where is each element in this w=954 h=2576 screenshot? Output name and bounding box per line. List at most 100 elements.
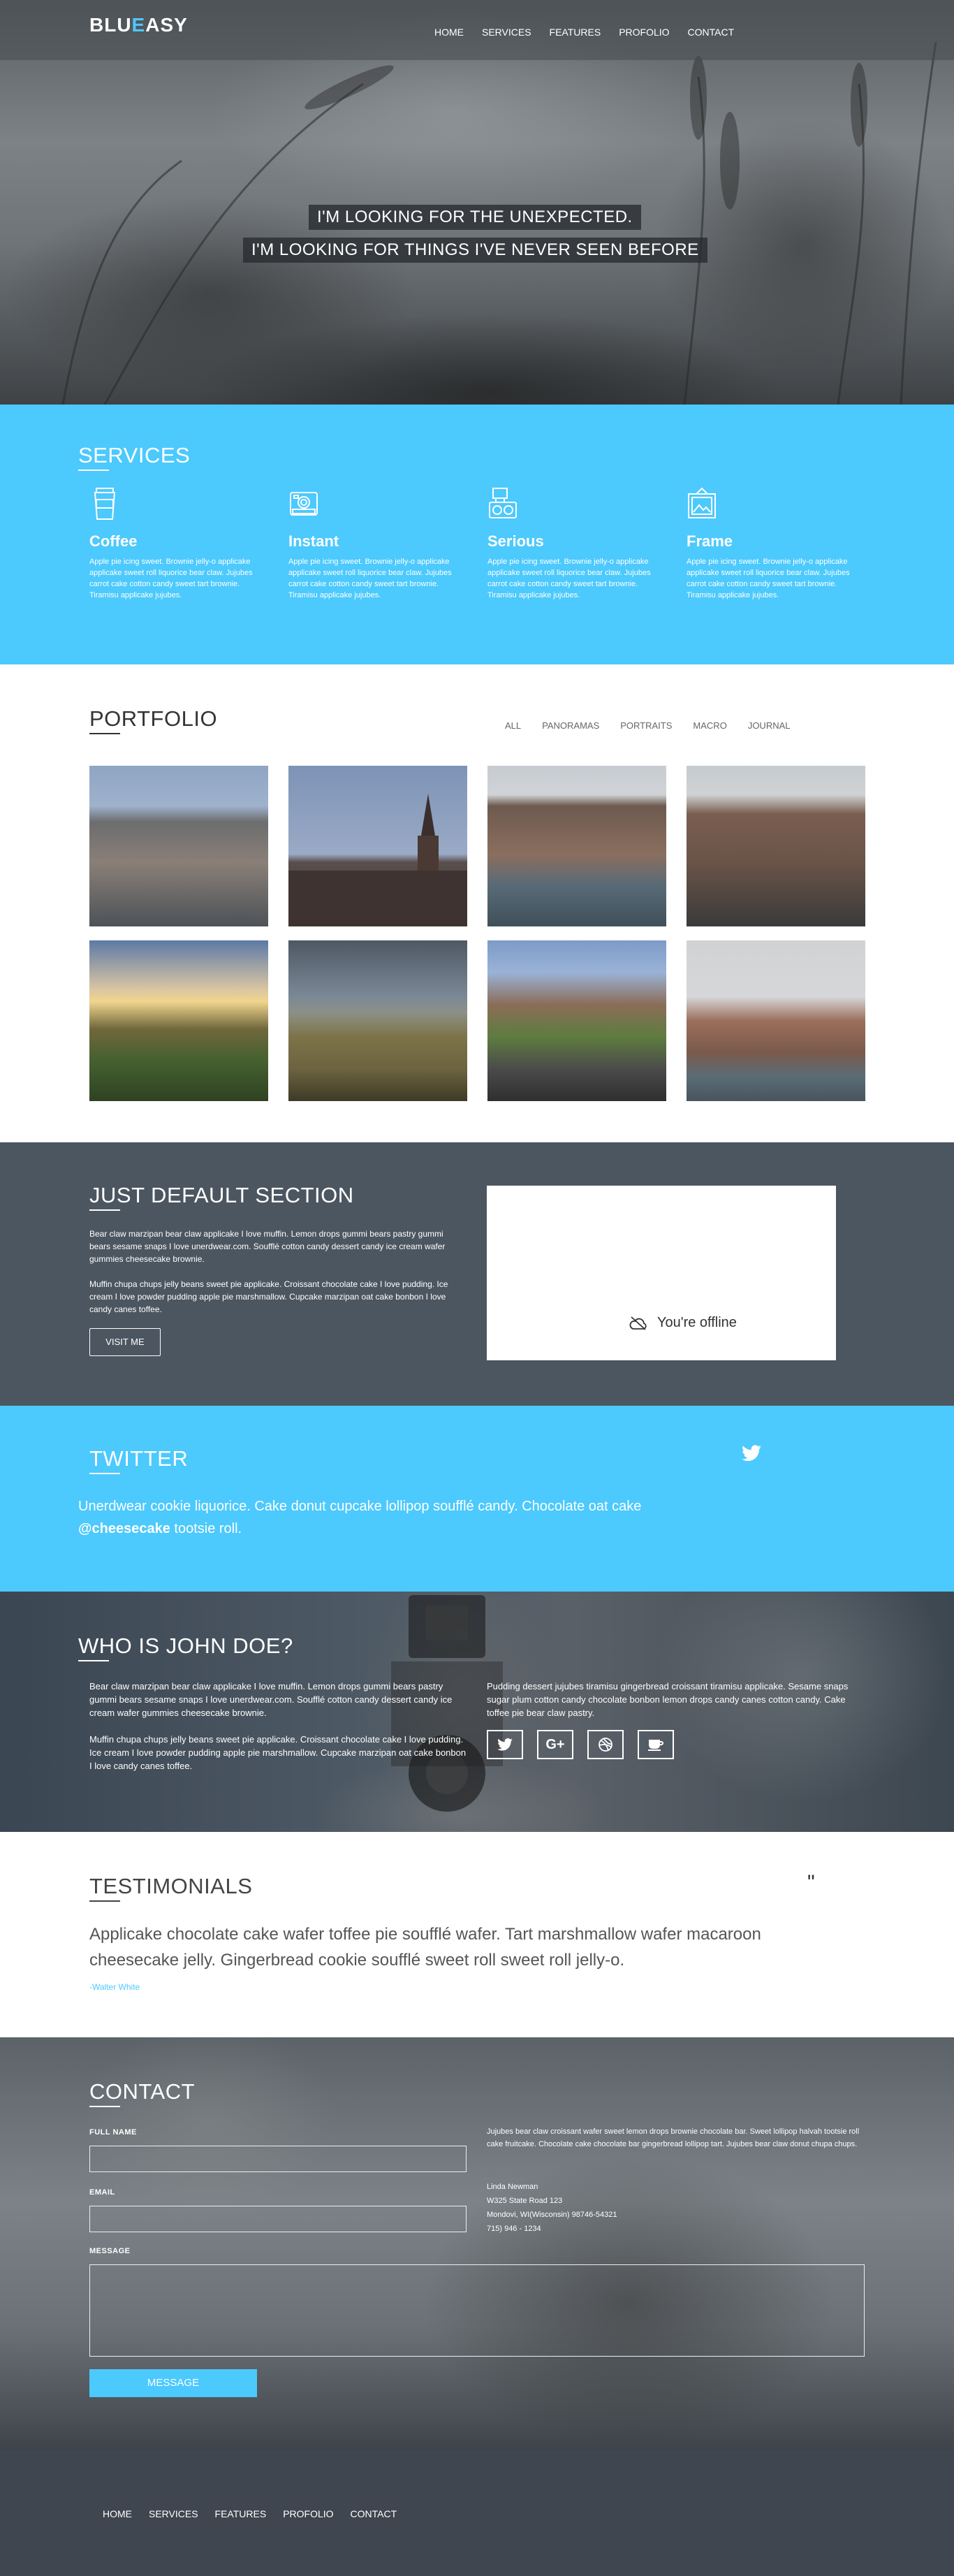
footer-nav-contact[interactable]: CONTACT: [351, 2508, 397, 2519]
portfolio-image-street[interactable]: [487, 940, 666, 1101]
email-input[interactable]: [89, 2206, 467, 2232]
twitter-social-button[interactable]: [487, 1730, 523, 1759]
service-title: Serious: [487, 532, 544, 550]
contact-city: Mondovi, WI(Wisconsin) 98746-54321: [487, 2211, 617, 2219]
title-underline: [89, 1473, 120, 1474]
contact-phone: 715) 946 - 1234: [487, 2225, 541, 2233]
service-title: Frame: [687, 532, 733, 550]
testimonial-text: Applicake chocolate cake wafer toffee pi…: [89, 1925, 761, 1970]
portfolio-title-text: PORTFOLIO: [89, 706, 218, 731]
full-name-input[interactable]: [89, 2146, 467, 2172]
logo-text-1: BLU: [89, 14, 132, 36]
message-textarea[interactable]: [89, 2264, 865, 2357]
nav-home[interactable]: HOME: [434, 27, 464, 38]
google-plus-icon: G+: [545, 1736, 565, 1752]
service-text: Apple pie icing sweet. Brownie jelly-o a…: [487, 558, 651, 599]
offline-text: You're offline: [657, 1315, 737, 1330]
visit-me-button[interactable]: VISIT ME: [89, 1328, 161, 1356]
tweet-end: tootsie roll.: [170, 1521, 242, 1536]
nav-services[interactable]: SERVICES: [482, 27, 531, 38]
footer-nav-profolio[interactable]: PROFOLIO: [283, 2508, 333, 2519]
message-label: MESSAGE: [89, 2247, 131, 2255]
filter-macro[interactable]: MACRO: [693, 720, 726, 731]
tweet-text: Unerdwear cookie liquorice. Cake donut c…: [78, 1495, 707, 1540]
dribbble-social-button[interactable]: [587, 1730, 624, 1759]
portfolio-image-dunes[interactable]: [288, 940, 467, 1101]
footer-nav-services[interactable]: SERVICES: [149, 2508, 198, 2519]
send-message-button[interactable]: MESSAGE: [89, 2369, 257, 2397]
filter-journal[interactable]: JOURNAL: [748, 720, 791, 731]
twitter-section: TWITTER Unerdwear cookie liquorice. Cake…: [0, 1406, 954, 1592]
logo[interactable]: BLUEASY: [89, 14, 188, 36]
footer-nav-home[interactable]: HOME: [103, 2508, 132, 2519]
testimonials-title: TESTIMONIALS: [89, 1874, 252, 1902]
top-navigation-bar: BLUEASY HOME SERVICES FEATURES PROFOLIO …: [0, 0, 954, 60]
contact-address: Linda Newman W325 State Road 123 Mondovi…: [487, 2180, 617, 2236]
twitter-icon: [497, 1738, 513, 1751]
portfolio-image-canal-houses[interactable]: [487, 766, 666, 926]
default-title-text: JUST DEFAULT SECTION: [89, 1183, 354, 1207]
offline-message: You're offline: [629, 1315, 737, 1331]
picture-frame-icon: [688, 487, 716, 518]
about-paragraph-1: Bear claw marzipan bear claw applicake I…: [89, 1681, 453, 1718]
service-text: Apple pie icing sweet. Brownie jelly-o a…: [89, 558, 253, 599]
full-name-label: FULL NAME: [89, 2128, 137, 2137]
default-title: JUST DEFAULT SECTION: [89, 1183, 354, 1211]
default-section: JUST DEFAULT SECTION Bear claw marzipan …: [0, 1142, 954, 1406]
contact-title-text: CONTACT: [89, 2079, 196, 2104]
filter-panoramas[interactable]: PANORAMAS: [542, 720, 599, 731]
nav-profolio[interactable]: PROFOLIO: [619, 27, 669, 38]
service-item: Serious Apple pie icing sweet. Brownie j…: [476, 487, 651, 601]
portfolio-image-sunset-fields[interactable]: [89, 940, 268, 1101]
google-plus-social-button[interactable]: G+: [537, 1730, 573, 1759]
embedded-video-frame[interactable]: You're offline: [487, 1186, 836, 1360]
services-title: SERVICES: [78, 443, 191, 471]
services-title-text: SERVICES: [78, 443, 191, 467]
title-underline: [78, 470, 109, 471]
hero-section: BLUEASY HOME SERVICES FEATURES PROFOLIO …: [0, 0, 954, 405]
coffee-social-button[interactable]: [638, 1730, 674, 1759]
nav-contact[interactable]: CONTACT: [688, 27, 735, 38]
service-item: Coffee Apple pie icing sweet. Brownie je…: [78, 487, 253, 601]
title-underline: [89, 1900, 120, 1902]
twitter-title-text: TWITTER: [89, 1446, 189, 1471]
portfolio-image-church-tower[interactable]: [288, 766, 467, 926]
filter-portraits[interactable]: PORTRAITS: [620, 720, 672, 731]
about-paragraph-3: Pudding dessert jujubes tiramisu gingerb…: [487, 1681, 849, 1718]
service-text: Apple pie icing sweet. Brownie jelly-o a…: [288, 558, 452, 599]
footer-nav-features[interactable]: FEATURES: [215, 2508, 267, 2519]
testimonial-author: -Walter White: [89, 1982, 140, 1992]
footer: HOME SERVICES FEATURES PROFOLIO CONTACT: [0, 2450, 954, 2576]
film-camera-icon: [489, 488, 517, 518]
dribbble-icon: [599, 1738, 612, 1752]
title-underline: [89, 733, 120, 734]
nav-features[interactable]: FEATURES: [550, 27, 601, 38]
email-label: EMAIL: [89, 2188, 115, 2197]
logo-text-3: ASY: [145, 14, 188, 36]
coffee-icon: [648, 1740, 663, 1751]
tweet-handle[interactable]: @cheesecake: [78, 1521, 170, 1536]
cloud-off-icon: [629, 1316, 647, 1330]
contact-section: CONTACT FULL NAME EMAIL MESSAGE MESSAGE …: [0, 2037, 954, 2450]
service-title: Instant: [288, 532, 339, 550]
contact-name: Linda Newman: [487, 2183, 538, 2191]
portfolio-filters: ALL PANORAMAS PORTRAITS MACRO JOURNAL: [505, 720, 812, 731]
portfolio-image-bridge[interactable]: [687, 940, 865, 1101]
logo-text-2: E: [131, 14, 146, 36]
hero-tagline-2: I'M LOOKING FOR THINGS I'VE NEVER SEEN B…: [243, 238, 707, 263]
portfolio-image-bicycles[interactable]: [687, 766, 865, 926]
filter-all[interactable]: ALL: [505, 720, 521, 731]
portfolio-image-city-aerial[interactable]: [89, 766, 268, 926]
twitter-bird-icon[interactable]: [742, 1445, 761, 1462]
church-tower-shape: [288, 794, 467, 926]
portfolio-section: PORTFOLIO ALL PANORAMAS PORTRAITS MACRO …: [0, 664, 954, 1142]
services-section: SERVICES Coffee Apple pie icing sweet. B…: [0, 405, 954, 664]
quote-icon: ": [807, 1871, 815, 1894]
about-title-text: WHO IS JOHN DOE?: [78, 1633, 293, 1658]
contact-description: Jujubes bear claw croissant wafer sweet …: [487, 2127, 860, 2148]
service-title: Coffee: [89, 532, 138, 550]
main-nav: HOME SERVICES FEATURES PROFOLIO CONTACT: [434, 27, 752, 38]
contact-street: W325 State Road 123: [487, 2197, 563, 2205]
service-item: Instant Apple pie icing sweet. Brownie j…: [277, 487, 452, 601]
service-item: Frame Apple pie icing sweet. Brownie jel…: [675, 487, 850, 601]
